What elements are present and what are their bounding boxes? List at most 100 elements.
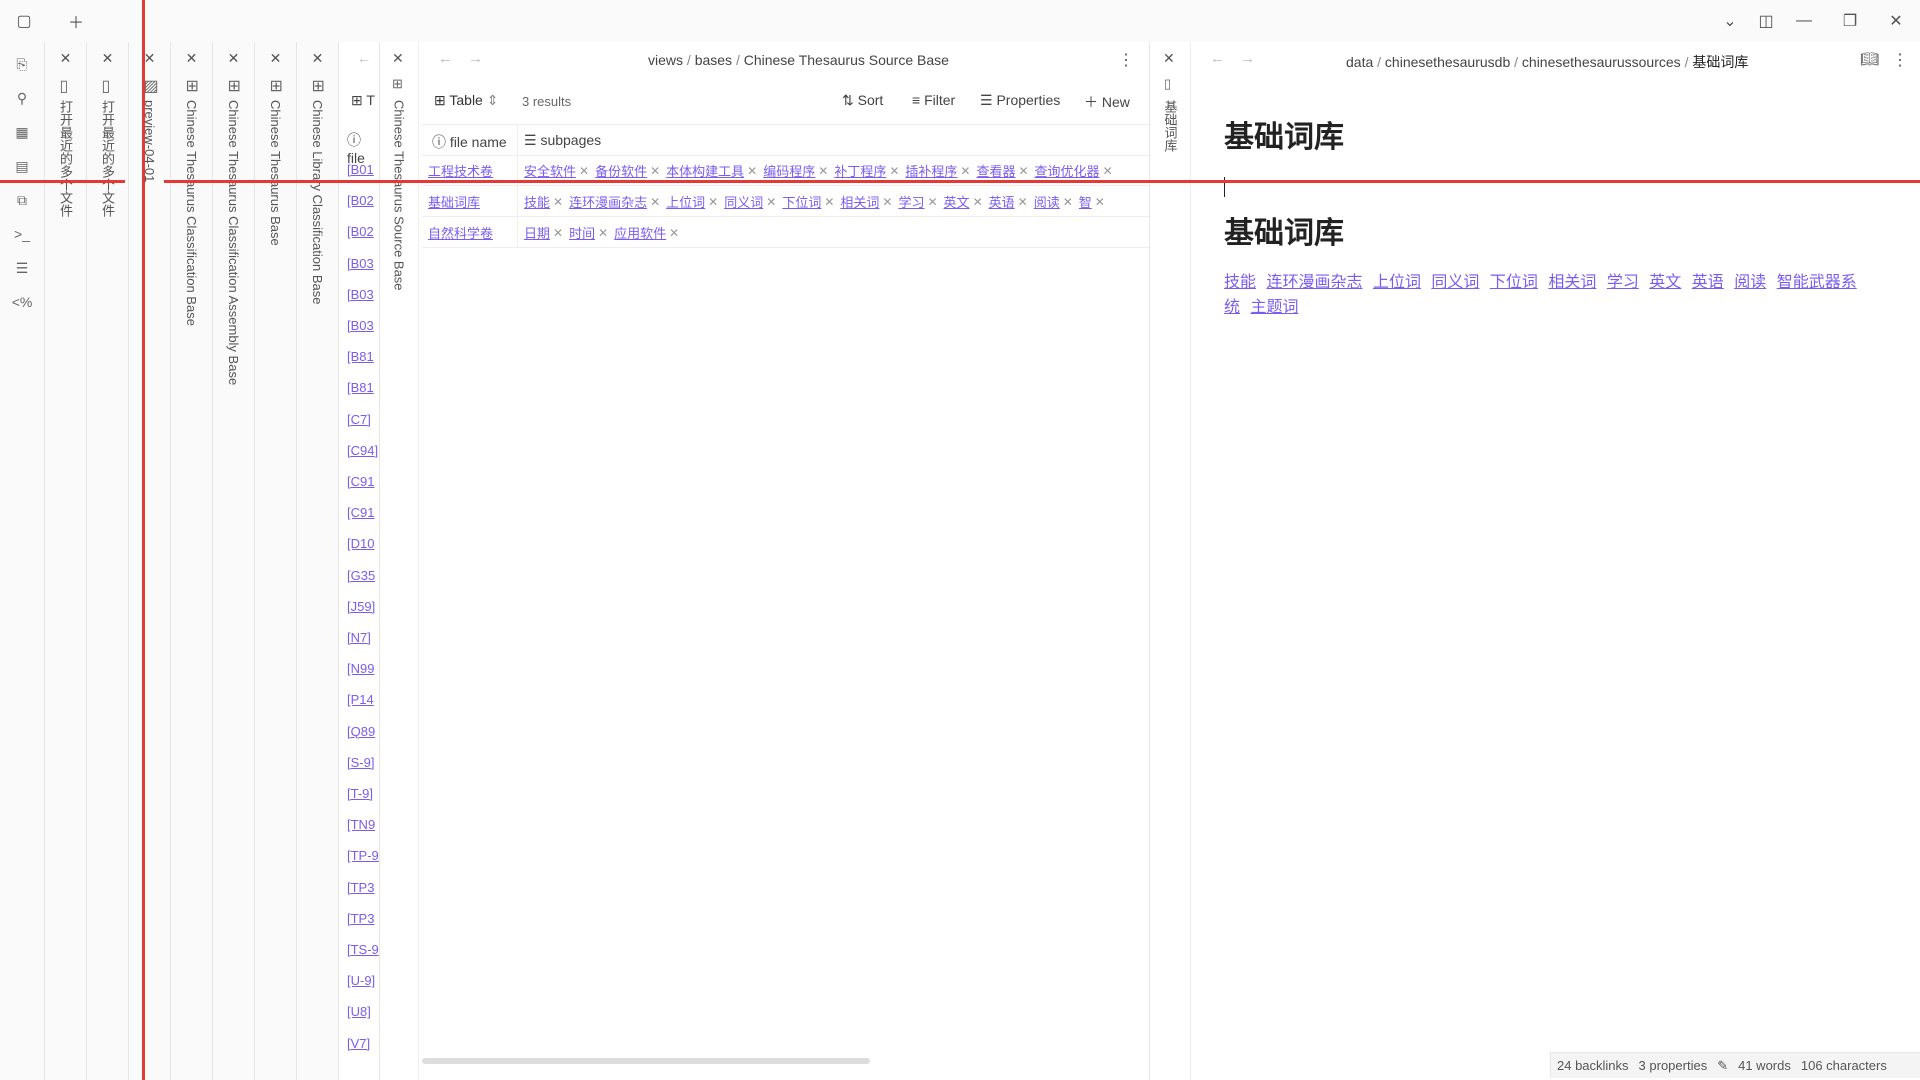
note-link[interactable]: 上位词 <box>1373 274 1421 291</box>
remove-chip-icon[interactable]: ✕ <box>650 195 660 209</box>
subpage-chip[interactable]: 相关词 ✕ <box>840 192 892 211</box>
minimize-icon[interactable]: — <box>1790 8 1818 34</box>
close-icon[interactable]: ✕ <box>312 50 324 67</box>
subpage-chip[interactable]: 阅读 ✕ <box>1034 192 1073 211</box>
remove-chip-icon[interactable]: ✕ <box>889 164 899 178</box>
library-row-link[interactable]: [TP-9 <box>347 848 379 863</box>
templates-icon[interactable]: ⧉ <box>10 188 34 212</box>
toggle-right-sidebar-icon[interactable]: ◫ <box>1752 8 1780 34</box>
subpage-chip[interactable]: 备份软件 ✕ <box>595 161 660 180</box>
forward-arrow-icon[interactable]: → <box>1240 50 1255 67</box>
remove-chip-icon[interactable]: ✕ <box>960 164 970 178</box>
new-tab-icon[interactable]: ＋ <box>62 8 90 34</box>
subpage-chip[interactable]: 应用软件 ✕ <box>614 223 679 242</box>
close-icon[interactable]: ✕ <box>392 50 404 67</box>
library-row-link[interactable]: [G35 <box>347 568 375 583</box>
breadcrumb-item[interactable]: data <box>1346 54 1373 70</box>
subpage-chip[interactable]: 学习 ✕ <box>898 192 937 211</box>
remove-chip-icon[interactable]: ✕ <box>669 226 679 240</box>
subpage-chip[interactable]: 英文 ✕ <box>944 192 983 211</box>
breadcrumb-item[interactable]: views <box>648 52 683 68</box>
subpage-link[interactable]: 日期 <box>524 223 550 242</box>
library-row-link[interactable]: [B03 <box>347 256 374 271</box>
remove-chip-icon[interactable]: ✕ <box>1063 195 1073 209</box>
library-row-link[interactable]: [S-9] <box>347 755 374 770</box>
library-row-link[interactable]: [TS-9 <box>347 942 379 957</box>
remove-chip-icon[interactable]: ✕ <box>553 226 563 240</box>
note-link[interactable]: 英文 <box>1649 274 1681 291</box>
code-icon[interactable]: <% <box>10 290 34 314</box>
stacked-tab-6[interactable]: ✕ ⊞ Chinese Thesaurus Base <box>255 42 297 1080</box>
subpage-link[interactable]: 本体构建工具 <box>666 161 744 180</box>
subpage-chip[interactable]: 插补程序 ✕ <box>905 161 970 180</box>
library-row-link[interactable]: [Q89 <box>347 724 375 739</box>
subpage-link[interactable]: 同义词 <box>724 192 763 211</box>
column-file-name[interactable]: ⓘ file name <box>432 132 507 152</box>
subpage-chip[interactable]: 技能 ✕ <box>524 192 563 211</box>
library-row-link[interactable]: [J59] <box>347 599 375 614</box>
file-name-link[interactable]: 自然科学卷 <box>428 223 493 242</box>
subpage-chip[interactable]: 查看器 ✕ <box>976 161 1028 180</box>
subpage-link[interactable]: 补丁程序 <box>834 161 886 180</box>
close-icon[interactable]: ✕ <box>270 50 282 67</box>
library-row-link[interactable]: [TN9 <box>347 817 375 832</box>
library-row-link[interactable]: [B03 <box>347 318 374 333</box>
subpage-chip[interactable]: 下位词 ✕ <box>782 192 834 211</box>
subpage-chip[interactable]: 连环漫画杂志 ✕ <box>569 192 660 211</box>
remove-chip-icon[interactable]: ✕ <box>553 195 563 209</box>
subpage-chip[interactable]: 查询优化器 ✕ <box>1035 161 1113 180</box>
remove-chip-icon[interactable]: ✕ <box>1018 164 1028 178</box>
subpage-chip[interactable]: 日期 ✕ <box>524 223 563 242</box>
library-row-link[interactable]: [V7] <box>347 1036 370 1051</box>
library-row-link[interactable]: [B02 <box>347 224 374 239</box>
remove-chip-icon[interactable]: ✕ <box>824 195 834 209</box>
reading-view-icon[interactable]: 📖︎ <box>1860 50 1879 68</box>
library-row-link[interactable]: [B81 <box>347 380 374 395</box>
subpage-chip[interactable]: 英语 ✕ <box>989 192 1028 211</box>
back-arrow-icon[interactable]: ← <box>357 50 371 66</box>
note-link[interactable]: 学习 <box>1607 274 1639 291</box>
library-row-link[interactable]: [P14 <box>347 692 374 707</box>
note-link[interactable]: 主题词 <box>1250 299 1298 316</box>
library-row-link[interactable]: [U-9] <box>347 973 375 988</box>
sort-button[interactable]: ⇅ Sort <box>842 92 883 109</box>
close-icon[interactable]: ✕ <box>186 50 198 67</box>
more-options-icon[interactable]: ⋮ <box>1892 50 1908 70</box>
subpage-chip[interactable]: 同义词 ✕ <box>724 192 776 211</box>
subpage-chip[interactable]: 智 ✕ <box>1079 192 1105 211</box>
remove-chip-icon[interactable]: ✕ <box>579 164 589 178</box>
subpage-link[interactable]: 学习 <box>898 192 924 211</box>
remove-chip-icon[interactable]: ✕ <box>650 164 660 178</box>
calendar-icon[interactable]: ▤ <box>10 154 34 178</box>
subpage-link[interactable]: 时间 <box>569 223 595 242</box>
close-icon[interactable]: ✕ <box>144 50 156 67</box>
library-row-link[interactable]: [B03 <box>347 287 374 302</box>
subpage-link[interactable]: 智 <box>1079 192 1092 211</box>
subpage-chip[interactable]: 上位词 ✕ <box>666 192 718 211</box>
subpage-link[interactable]: 技能 <box>524 192 550 211</box>
file-name-link[interactable]: 基础词库 <box>428 192 480 211</box>
more-options-icon[interactable]: ⋮ <box>1118 50 1134 70</box>
remove-chip-icon[interactable]: ✕ <box>818 164 828 178</box>
subpage-link[interactable]: 阅读 <box>1034 192 1060 211</box>
remove-chip-icon[interactable]: ✕ <box>708 195 718 209</box>
backlinks-count[interactable]: 24 backlinks <box>1557 1058 1629 1073</box>
column-subpages[interactable]: ☰ subpages <box>524 132 601 149</box>
library-row-link[interactable]: [C94] <box>347 443 378 458</box>
subpage-chip[interactable]: 编码程序 ✕ <box>763 161 828 180</box>
library-row-link[interactable]: [C7] <box>347 412 371 427</box>
close-window-icon[interactable]: ✕ <box>1882 8 1910 34</box>
note-link[interactable]: 下位词 <box>1490 274 1538 291</box>
note-link[interactable]: 同义词 <box>1431 274 1479 291</box>
subpage-chip[interactable]: 本体构建工具 ✕ <box>666 161 757 180</box>
remove-chip-icon[interactable]: ✕ <box>1095 195 1105 209</box>
close-icon[interactable]: ✕ <box>102 50 114 67</box>
new-button[interactable]: ＋ New <box>1084 92 1130 112</box>
subpage-link[interactable]: 英语 <box>989 192 1015 211</box>
remove-chip-icon[interactable]: ✕ <box>882 195 892 209</box>
note-link[interactable]: 技能 <box>1224 274 1256 291</box>
note-link[interactable]: 连环漫画杂志 <box>1266 274 1362 291</box>
stacked-tab-7[interactable]: ✕ ⊞ Chinese Library Classification Base <box>297 42 339 1080</box>
remove-chip-icon[interactable]: ✕ <box>1018 195 1028 209</box>
note-link[interactable]: 英语 <box>1692 274 1724 291</box>
